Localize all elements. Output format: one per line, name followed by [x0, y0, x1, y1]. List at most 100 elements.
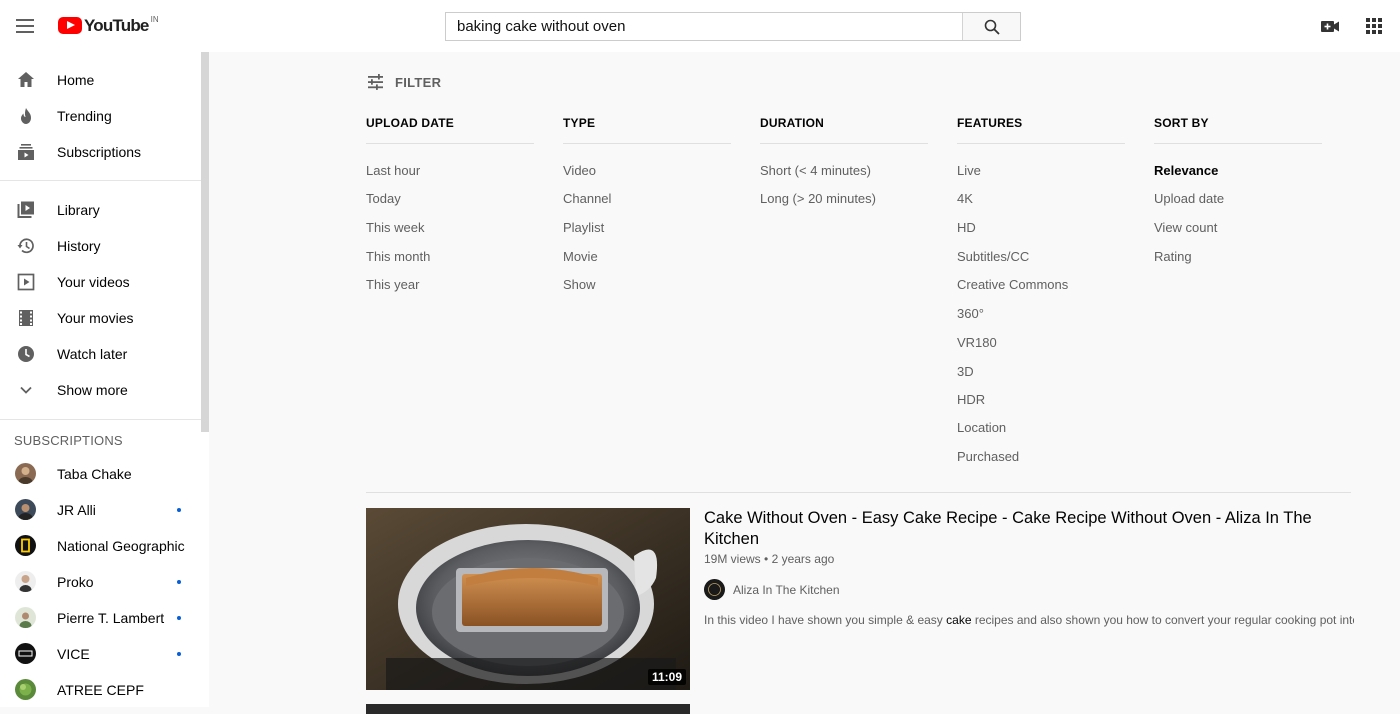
search-input[interactable] — [446, 13, 963, 40]
sidebar-item-library[interactable]: Library — [0, 192, 200, 228]
sidebar-scrollbar[interactable] — [201, 52, 209, 432]
sidebar-item-show-more[interactable]: Show more — [0, 372, 200, 408]
sidebar-item-label: Watch later — [57, 346, 128, 362]
filter-option[interactable]: This week — [366, 220, 425, 235]
sidebar-item-history[interactable]: History — [0, 228, 200, 264]
filter-divider — [563, 143, 731, 144]
filter-option[interactable]: HDR — [957, 392, 985, 407]
sort-option[interactable]: Rating — [1154, 249, 1192, 264]
filter-option[interactable]: Show — [563, 277, 596, 292]
filter-option[interactable]: Subtitles/CC — [957, 249, 1029, 264]
sidebar-subscription[interactable]: National Geographic — [0, 528, 200, 564]
filter-column-duration: DURATION Short (< 4 minutes) Long (> 20 … — [760, 116, 928, 206]
filter-option[interactable]: HD — [957, 220, 976, 235]
filter-column-upload-date: UPLOAD DATE Last hour Today This week Th… — [366, 116, 534, 292]
description-highlight: cake — [946, 613, 972, 627]
filter-option[interactable]: Long (> 20 minutes) — [760, 191, 876, 206]
sidebar-item-home[interactable]: Home — [0, 62, 200, 98]
video-metadata: 19M views • 2 years ago — [704, 552, 834, 566]
your-videos-icon — [15, 271, 37, 293]
flame-icon — [15, 105, 37, 127]
filter-divider — [760, 143, 928, 144]
channel-name[interactable]: Aliza In The Kitchen — [733, 583, 840, 597]
sidebar-item-your-movies[interactable]: Your movies — [0, 300, 200, 336]
next-video-thumbnail[interactable] — [366, 704, 690, 714]
sidebar-item-label: History — [57, 238, 101, 254]
search-button[interactable] — [962, 13, 1020, 40]
sort-option[interactable]: Upload date — [1154, 191, 1224, 206]
video-description: In this video I have shown you simple & … — [704, 613, 1354, 627]
apps-grid-icon[interactable] — [1363, 15, 1385, 37]
filter-option[interactable]: This year — [366, 277, 419, 292]
search-icon — [984, 19, 1000, 35]
subscription-name: National Geographic — [57, 538, 185, 554]
filter-divider — [957, 143, 1125, 144]
sidebar-item-watch-later[interactable]: Watch later — [0, 336, 200, 372]
video-thumbnail[interactable]: 11:09 — [366, 508, 690, 690]
description-text: recipes and also shown you how to conver… — [971, 613, 1354, 627]
sort-option[interactable]: View count — [1154, 220, 1217, 235]
library-icon — [15, 199, 37, 221]
sidebar-item-trending[interactable]: Trending — [0, 98, 200, 134]
video-title[interactable]: Cake Without Oven - Easy Cake Recipe - C… — [704, 508, 1334, 550]
filter-option[interactable]: Purchased — [957, 449, 1019, 464]
filter-option[interactable]: Live — [957, 163, 981, 178]
youtube-logo[interactable]: YouTube IN — [58, 15, 159, 37]
sidebar-subscription[interactable]: JR Alli — [0, 492, 200, 528]
create-video-icon[interactable] — [1319, 15, 1341, 37]
filter-toggle-button[interactable]: FILTER — [366, 72, 441, 92]
video-duration: 11:09 — [647, 669, 686, 685]
meta-separator: • — [764, 552, 772, 566]
filter-option[interactable]: VR180 — [957, 335, 997, 350]
new-content-dot — [177, 508, 181, 512]
view-count: 19M views — [704, 552, 761, 566]
upload-age: 2 years ago — [771, 552, 835, 566]
sidebar-subscription[interactable]: Pierre T. Lambert — [0, 600, 200, 636]
filter-option[interactable]: Video — [563, 163, 596, 178]
filter-option[interactable]: Creative Commons — [957, 277, 1068, 292]
sidebar-subscription[interactable]: Proko — [0, 564, 200, 600]
filter-label: FILTER — [395, 74, 442, 90]
filter-heading: UPLOAD DATE — [366, 116, 454, 130]
sidebar-item-label: Home — [57, 72, 95, 88]
subscription-name: JR Alli — [57, 502, 96, 518]
sidebar-subscription[interactable]: Taba Chake — [0, 456, 200, 492]
filter-option[interactable]: 360° — [957, 306, 984, 321]
filter-option[interactable]: Last hour — [366, 163, 420, 178]
sidebar-subscription[interactable]: ATREE CEPF — [0, 672, 200, 708]
sidebar-item-label: Trending — [57, 108, 112, 124]
sidebar-divider — [0, 419, 201, 420]
filter-column-features: FEATURES Live 4K HD Subtitles/CC Creativ… — [957, 116, 1125, 464]
filter-heading: TYPE — [563, 116, 596, 130]
search-box — [445, 12, 1021, 41]
filter-option[interactable]: Location — [957, 420, 1006, 435]
filter-heading: FEATURES — [957, 116, 1023, 130]
results-divider — [366, 492, 1351, 493]
menu-icon[interactable] — [16, 19, 34, 33]
filter-option[interactable]: This month — [366, 249, 430, 264]
subscriptions-icon — [15, 141, 37, 163]
subscription-name: ATREE CEPF — [57, 682, 144, 698]
subscription-name: Pierre T. Lambert — [57, 610, 165, 626]
filter-option[interactable]: Channel — [563, 191, 611, 206]
filter-option[interactable]: Movie — [563, 249, 598, 264]
channel-avatar[interactable] — [704, 579, 725, 600]
clock-icon — [15, 343, 37, 365]
filter-option[interactable]: 4K — [957, 191, 973, 206]
filter-option[interactable]: Playlist — [563, 220, 604, 235]
logo-text: YouTube — [84, 16, 149, 35]
new-content-dot — [177, 580, 181, 584]
history-icon — [15, 235, 37, 257]
filter-column-type: TYPE Video Channel Playlist Movie Show — [563, 116, 731, 292]
filter-option[interactable]: Today — [366, 191, 401, 206]
filter-option[interactable]: Short (< 4 minutes) — [760, 163, 871, 178]
filter-option[interactable]: 3D — [957, 364, 974, 379]
sidebar-item-subscriptions[interactable]: Subscriptions — [0, 134, 200, 170]
subscription-name: VICE — [57, 646, 90, 662]
sidebar-item-your-videos[interactable]: Your videos — [0, 264, 200, 300]
filter-sliders-icon — [368, 74, 383, 90]
sort-option-selected[interactable]: Relevance — [1154, 163, 1218, 178]
film-icon — [15, 307, 37, 329]
sidebar-subscription[interactable]: VICE — [0, 636, 200, 672]
sidebar-item-label: Show more — [57, 382, 128, 398]
